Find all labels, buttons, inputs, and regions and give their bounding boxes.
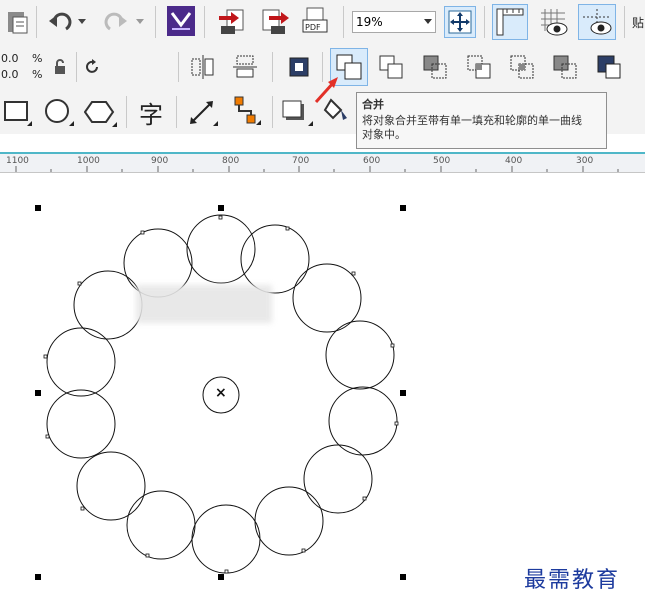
drop-shadow-tool-icon[interactable]	[280, 96, 314, 130]
redo-dropdown-icon[interactable]	[130, 5, 150, 39]
svg-text:PDF: PDF	[305, 23, 321, 32]
mirror-vertical-icon[interactable]	[228, 50, 262, 84]
undo-icon[interactable]	[42, 5, 76, 39]
separator	[484, 6, 485, 38]
separator	[204, 6, 205, 38]
ruler-label: 1100	[6, 156, 29, 166]
combine-tooltip: 合并 将对象合并至带有单一填充和轮廓的单一曲线 对象中。	[356, 92, 607, 149]
connector-tool-icon[interactable]	[228, 94, 262, 128]
paste-icon[interactable]	[0, 5, 34, 39]
separator	[126, 96, 127, 128]
ruler-label: 600	[363, 156, 381, 166]
redo-icon[interactable]	[100, 5, 134, 39]
show-guidelines-button[interactable]	[578, 4, 616, 40]
undo-dropdown-icon[interactable]	[72, 5, 92, 39]
blurred-region	[136, 285, 272, 323]
center-marker-icon: ×	[215, 385, 227, 401]
selection-handle[interactable]	[218, 205, 224, 211]
chevron-down-icon	[424, 19, 432, 24]
selection-handle[interactable]	[35, 574, 41, 580]
x-scale-unit: %	[32, 52, 43, 65]
separator	[178, 52, 179, 82]
selection-handle[interactable]	[218, 574, 224, 580]
ruler-label: 400	[505, 156, 523, 166]
selection-handle[interactable]	[35, 390, 41, 396]
pointer-arrow-icon	[314, 77, 338, 104]
import-icon[interactable]	[215, 4, 249, 38]
circle-shape[interactable]	[73, 270, 143, 340]
show-grid-icon[interactable]	[535, 4, 571, 40]
zoom-level-select[interactable]: 19%	[352, 11, 436, 33]
circle-shape[interactable]	[240, 224, 310, 294]
tooltip-description-line2: 对象中。	[362, 128, 406, 141]
ellipse-tool-icon[interactable]	[42, 96, 76, 130]
corel-connect-icon[interactable]	[164, 4, 198, 38]
zoom-to-page-button[interactable]	[444, 6, 476, 38]
rulers-button[interactable]	[492, 4, 528, 40]
circle-ring-drawing[interactable]	[0, 171, 645, 608]
ruler-label: 700	[292, 156, 310, 166]
x-scale-value[interactable]: 0.0	[1, 52, 19, 65]
export-icon[interactable]	[257, 4, 291, 38]
selection-handle[interactable]	[400, 205, 406, 211]
ruler-label: 900	[151, 156, 169, 166]
polygon-tool-icon[interactable]	[84, 96, 118, 130]
circle-shape[interactable]	[186, 214, 256, 284]
break-apart-icon[interactable]	[374, 50, 408, 84]
intersect-icon[interactable]	[505, 50, 539, 84]
separator	[36, 6, 37, 38]
circle-shape[interactable]	[325, 320, 395, 390]
ruler-label: 500	[433, 156, 451, 166]
circle-shape[interactable]	[191, 504, 261, 574]
circle-shape[interactable]	[126, 490, 196, 560]
simplify-icon[interactable]	[548, 50, 582, 84]
separator	[76, 52, 77, 82]
tooltip-title: 合并	[362, 98, 384, 111]
y-scale-value[interactable]: 0.0	[1, 68, 19, 81]
circle-shape[interactable]	[46, 389, 116, 459]
ruler-label: 800	[222, 156, 240, 166]
rectangle-tool-icon[interactable]	[0, 96, 34, 130]
selection-handle[interactable]	[400, 574, 406, 580]
watermark-text: 最需教育	[524, 568, 621, 593]
standard-toolbar: PDF 19% 贴	[0, 0, 645, 45]
separator	[155, 6, 156, 38]
circle-shape[interactable]	[254, 486, 324, 556]
ruler-label: 1000	[77, 156, 100, 166]
cut-off-label: 贴	[632, 16, 645, 30]
mirror-horizontal-icon[interactable]	[186, 50, 220, 84]
weld-icon[interactable]	[418, 50, 452, 84]
drawing-canvas[interactable]: ×	[0, 171, 645, 608]
circle-shape[interactable]	[46, 327, 116, 397]
selection-handle[interactable]	[35, 205, 41, 211]
y-scale-unit: %	[32, 68, 43, 81]
separator	[176, 96, 177, 128]
publish-pdf-icon[interactable]: PDF	[300, 4, 334, 38]
text-tool-glyph: 字	[139, 100, 163, 129]
tooltip-description-line1: 将对象合并至带有单一填充和轮廓的单一曲线	[362, 114, 582, 127]
separator	[272, 96, 273, 128]
dimension-tool-icon[interactable]	[186, 96, 220, 130]
separator	[272, 52, 273, 82]
ruler-label: 300	[576, 156, 594, 166]
circle-shape[interactable]	[76, 451, 146, 521]
horizontal-ruler[interactable]: 1100 1000 900 800 700 600 500 400 300	[0, 152, 645, 173]
circle-shape[interactable]	[303, 444, 373, 514]
text-tool-icon[interactable]: 字	[134, 95, 168, 129]
separator	[343, 6, 344, 38]
separator	[624, 6, 625, 38]
front-minus-back-icon[interactable]	[592, 50, 626, 84]
lock-ratio-icon[interactable]	[46, 50, 74, 84]
trim-icon[interactable]	[462, 50, 496, 84]
rotate-icon	[82, 50, 104, 84]
zoom-level-value: 19%	[356, 15, 383, 29]
selection-handle[interactable]	[400, 390, 406, 396]
